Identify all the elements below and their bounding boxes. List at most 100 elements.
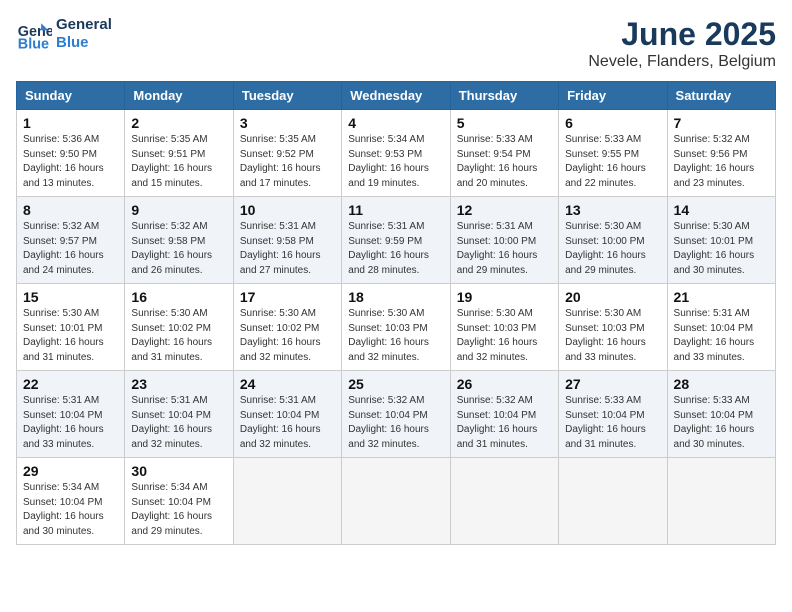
calendar-day-cell: 5 Sunrise: 5:33 AM Sunset: 9:54 PM Dayli… <box>450 110 558 197</box>
weekday-header-cell: Tuesday <box>233 82 341 110</box>
weekday-header-row: SundayMondayTuesdayWednesdayThursdayFrid… <box>17 82 776 110</box>
day-info: Sunrise: 5:31 AM Sunset: 10:04 PM Daylig… <box>674 307 769 365</box>
day-number: 30 <box>131 463 226 479</box>
day-number: 27 <box>565 376 660 392</box>
day-number: 26 <box>457 376 552 392</box>
calendar-day-cell: 11 Sunrise: 5:31 AM Sunset: 9:59 PM Dayl… <box>342 197 450 284</box>
calendar-day-cell <box>233 458 341 545</box>
calendar-day-cell: 28 Sunrise: 5:33 AM Sunset: 10:04 PM Day… <box>667 371 775 458</box>
calendar-day-cell: 22 Sunrise: 5:31 AM Sunset: 10:04 PM Day… <box>17 371 125 458</box>
calendar-day-cell: 2 Sunrise: 5:35 AM Sunset: 9:51 PM Dayli… <box>125 110 233 197</box>
calendar-week-row: 1 Sunrise: 5:36 AM Sunset: 9:50 PM Dayli… <box>17 110 776 197</box>
calendar-week-row: 22 Sunrise: 5:31 AM Sunset: 10:04 PM Day… <box>17 371 776 458</box>
day-number: 8 <box>23 202 118 218</box>
day-number: 28 <box>674 376 769 392</box>
calendar-week-row: 29 Sunrise: 5:34 AM Sunset: 10:04 PM Day… <box>17 458 776 545</box>
day-info: Sunrise: 5:31 AM Sunset: 9:58 PM Dayligh… <box>240 220 335 278</box>
day-info: Sunrise: 5:32 AM Sunset: 9:56 PM Dayligh… <box>674 133 769 191</box>
day-number: 13 <box>565 202 660 218</box>
location-title: Nevele, Flanders, Belgium <box>588 53 776 71</box>
day-number: 1 <box>23 115 118 131</box>
weekday-header-cell: Saturday <box>667 82 775 110</box>
day-number: 11 <box>348 202 443 218</box>
day-number: 3 <box>240 115 335 131</box>
day-info: Sunrise: 5:32 AM Sunset: 10:04 PM Daylig… <box>457 394 552 452</box>
calendar-day-cell <box>667 458 775 545</box>
calendar-day-cell: 3 Sunrise: 5:35 AM Sunset: 9:52 PM Dayli… <box>233 110 341 197</box>
logo-blue: Blue <box>56 34 112 52</box>
weekday-header-cell: Wednesday <box>342 82 450 110</box>
day-info: Sunrise: 5:30 AM Sunset: 10:01 PM Daylig… <box>23 307 118 365</box>
weekday-header-cell: Thursday <box>450 82 558 110</box>
day-number: 23 <box>131 376 226 392</box>
day-number: 20 <box>565 289 660 305</box>
day-info: Sunrise: 5:35 AM Sunset: 9:51 PM Dayligh… <box>131 133 226 191</box>
day-number: 19 <box>457 289 552 305</box>
day-info: Sunrise: 5:34 AM Sunset: 9:53 PM Dayligh… <box>348 133 443 191</box>
day-info: Sunrise: 5:31 AM Sunset: 10:04 PM Daylig… <box>23 394 118 452</box>
day-number: 9 <box>131 202 226 218</box>
calendar-week-row: 8 Sunrise: 5:32 AM Sunset: 9:57 PM Dayli… <box>17 197 776 284</box>
day-info: Sunrise: 5:30 AM Sunset: 10:02 PM Daylig… <box>131 307 226 365</box>
calendar-day-cell: 14 Sunrise: 5:30 AM Sunset: 10:01 PM Day… <box>667 197 775 284</box>
calendar-day-cell: 13 Sunrise: 5:30 AM Sunset: 10:00 PM Day… <box>559 197 667 284</box>
calendar: SundayMondayTuesdayWednesdayThursdayFrid… <box>16 81 776 545</box>
day-number: 2 <box>131 115 226 131</box>
day-info: Sunrise: 5:30 AM Sunset: 10:03 PM Daylig… <box>457 307 552 365</box>
svg-text:Blue: Blue <box>18 36 49 52</box>
day-info: Sunrise: 5:33 AM Sunset: 9:54 PM Dayligh… <box>457 133 552 191</box>
day-info: Sunrise: 5:32 AM Sunset: 9:58 PM Dayligh… <box>131 220 226 278</box>
day-number: 24 <box>240 376 335 392</box>
month-title: June 2025 <box>588 16 776 53</box>
day-info: Sunrise: 5:31 AM Sunset: 10:00 PM Daylig… <box>457 220 552 278</box>
weekday-header-cell: Sunday <box>17 82 125 110</box>
calendar-day-cell: 7 Sunrise: 5:32 AM Sunset: 9:56 PM Dayli… <box>667 110 775 197</box>
calendar-day-cell: 4 Sunrise: 5:34 AM Sunset: 9:53 PM Dayli… <box>342 110 450 197</box>
day-number: 21 <box>674 289 769 305</box>
day-number: 15 <box>23 289 118 305</box>
day-number: 22 <box>23 376 118 392</box>
day-info: Sunrise: 5:30 AM Sunset: 10:01 PM Daylig… <box>674 220 769 278</box>
day-number: 29 <box>23 463 118 479</box>
calendar-day-cell: 18 Sunrise: 5:30 AM Sunset: 10:03 PM Day… <box>342 284 450 371</box>
calendar-day-cell: 12 Sunrise: 5:31 AM Sunset: 10:00 PM Day… <box>450 197 558 284</box>
day-info: Sunrise: 5:36 AM Sunset: 9:50 PM Dayligh… <box>23 133 118 191</box>
calendar-day-cell: 27 Sunrise: 5:33 AM Sunset: 10:04 PM Day… <box>559 371 667 458</box>
day-number: 10 <box>240 202 335 218</box>
weekday-header-cell: Monday <box>125 82 233 110</box>
day-number: 6 <box>565 115 660 131</box>
calendar-day-cell <box>450 458 558 545</box>
day-info: Sunrise: 5:31 AM Sunset: 9:59 PM Dayligh… <box>348 220 443 278</box>
title-area: June 2025 Nevele, Flanders, Belgium <box>588 16 776 71</box>
day-number: 7 <box>674 115 769 131</box>
calendar-body: 1 Sunrise: 5:36 AM Sunset: 9:50 PM Dayli… <box>17 110 776 545</box>
calendar-day-cell: 24 Sunrise: 5:31 AM Sunset: 10:04 PM Day… <box>233 371 341 458</box>
day-info: Sunrise: 5:35 AM Sunset: 9:52 PM Dayligh… <box>240 133 335 191</box>
header: General Blue General Blue June 2025 Neve… <box>16 16 776 71</box>
day-info: Sunrise: 5:33 AM Sunset: 9:55 PM Dayligh… <box>565 133 660 191</box>
calendar-day-cell: 15 Sunrise: 5:30 AM Sunset: 10:01 PM Day… <box>17 284 125 371</box>
calendar-day-cell: 20 Sunrise: 5:30 AM Sunset: 10:03 PM Day… <box>559 284 667 371</box>
calendar-day-cell: 26 Sunrise: 5:32 AM Sunset: 10:04 PM Day… <box>450 371 558 458</box>
calendar-day-cell: 23 Sunrise: 5:31 AM Sunset: 10:04 PM Day… <box>125 371 233 458</box>
calendar-day-cell: 16 Sunrise: 5:30 AM Sunset: 10:02 PM Day… <box>125 284 233 371</box>
calendar-day-cell: 29 Sunrise: 5:34 AM Sunset: 10:04 PM Day… <box>17 458 125 545</box>
day-info: Sunrise: 5:31 AM Sunset: 10:04 PM Daylig… <box>131 394 226 452</box>
day-info: Sunrise: 5:32 AM Sunset: 10:04 PM Daylig… <box>348 394 443 452</box>
day-info: Sunrise: 5:31 AM Sunset: 10:04 PM Daylig… <box>240 394 335 452</box>
logo-general: General <box>56 16 112 34</box>
day-info: Sunrise: 5:32 AM Sunset: 9:57 PM Dayligh… <box>23 220 118 278</box>
calendar-day-cell <box>342 458 450 545</box>
calendar-day-cell: 6 Sunrise: 5:33 AM Sunset: 9:55 PM Dayli… <box>559 110 667 197</box>
calendar-day-cell: 17 Sunrise: 5:30 AM Sunset: 10:02 PM Day… <box>233 284 341 371</box>
weekday-header-cell: Friday <box>559 82 667 110</box>
day-info: Sunrise: 5:33 AM Sunset: 10:04 PM Daylig… <box>674 394 769 452</box>
day-info: Sunrise: 5:30 AM Sunset: 10:03 PM Daylig… <box>348 307 443 365</box>
calendar-day-cell: 25 Sunrise: 5:32 AM Sunset: 10:04 PM Day… <box>342 371 450 458</box>
day-number: 18 <box>348 289 443 305</box>
day-number: 4 <box>348 115 443 131</box>
day-info: Sunrise: 5:30 AM Sunset: 10:00 PM Daylig… <box>565 220 660 278</box>
calendar-day-cell: 8 Sunrise: 5:32 AM Sunset: 9:57 PM Dayli… <box>17 197 125 284</box>
day-number: 14 <box>674 202 769 218</box>
day-number: 12 <box>457 202 552 218</box>
